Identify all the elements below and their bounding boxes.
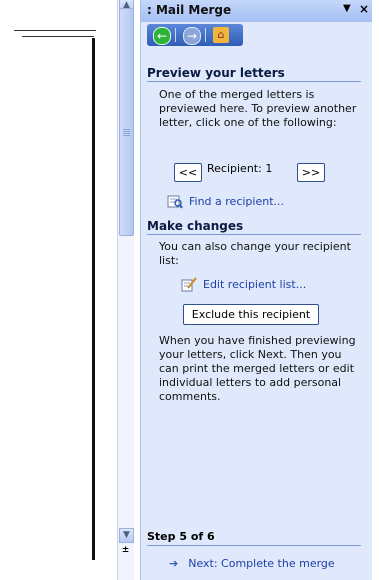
document-edge-line <box>14 30 96 31</box>
chevron-down-icon[interactable]: ▼ <box>343 3 351 14</box>
make-changes-instructions: You can also change your recipient list: <box>159 240 351 267</box>
right-arrow-icon: ➔ <box>169 557 179 570</box>
task-pane-navigation: ← → ⌂ <box>147 24 243 46</box>
find-recipient-label[interactable]: Find a recipient... <box>189 195 284 208</box>
edit-list-icon <box>181 276 197 292</box>
edit-recipient-list-link[interactable]: Edit recipient list... <box>181 276 306 292</box>
close-icon[interactable]: × <box>359 2 369 16</box>
step-indicator: Step 5 of 6 <box>147 530 361 546</box>
document-area <box>0 0 118 580</box>
recipient-counter: Recipient: 1 <box>207 162 273 175</box>
page-margin <box>372 0 379 580</box>
find-recipient-icon <box>167 193 183 209</box>
back-arrow-icon[interactable]: ← <box>153 27 171 45</box>
preview-instructions: One of the merged letters is previewed h… <box>159 88 357 129</box>
section-heading-preview: Preview your letters <box>147 66 361 82</box>
edit-recipient-list-label[interactable]: Edit recipient list... <box>203 278 306 291</box>
previous-recipient-button[interactable]: << <box>174 163 202 182</box>
scroll-down-button[interactable]: ▼ <box>119 528 134 543</box>
document-page[interactable] <box>0 38 95 560</box>
divider <box>205 28 206 42</box>
task-pane-title-bar: : Mail Merge ▼ × <box>141 0 373 22</box>
find-recipient-link[interactable]: Find a recipient... <box>167 193 284 209</box>
exclude-recipient-button[interactable]: Exclude this recipient <box>183 304 319 325</box>
scrollbar-thumb[interactable] <box>119 8 134 236</box>
vertical-scrollbar[interactable]: ▲ ▼ ± <box>117 0 134 580</box>
task-pane-title: : Mail Merge <box>147 3 232 17</box>
scrollbar-grip-icon <box>123 129 130 137</box>
forward-arrow-icon[interactable]: → <box>183 27 201 45</box>
next-recipient-button[interactable]: >> <box>297 163 325 182</box>
home-icon[interactable]: ⌂ <box>213 27 229 43</box>
section-heading-make-changes: Make changes <box>147 219 361 235</box>
previous-page-button[interactable]: ± <box>119 544 132 557</box>
mail-merge-task-pane: : Mail Merge ▼ × ← → ⌂ Preview your lett… <box>140 0 373 580</box>
finish-instructions: When you have finished previewing your l… <box>159 334 356 403</box>
next-step-link[interactable]: ➔ Next: Complete the merge <box>169 557 335 570</box>
document-edge-line <box>22 36 94 37</box>
next-step-label[interactable]: Next: Complete the merge <box>188 557 334 570</box>
divider <box>175 28 176 42</box>
